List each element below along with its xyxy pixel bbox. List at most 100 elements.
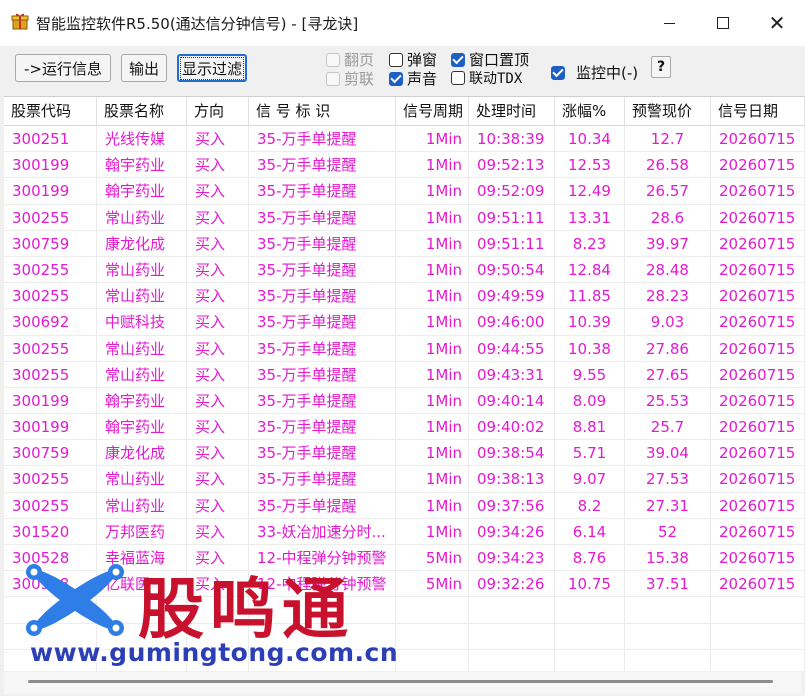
table-cell: 35-万手单提醒 (249, 440, 396, 467)
table-row[interactable]: 300255 常山药业 买入 35-万手单提醒 1Min 09:37:56 8.2 27.31… (4, 492, 805, 519)
table-cell: 1Min (396, 335, 469, 362)
page-flip-label: 翻页 (344, 51, 375, 69)
table-cell: 20260715 (711, 152, 805, 179)
column-header[interactable]: 信 号 标 识 (249, 97, 396, 125)
empty-cell (555, 597, 625, 624)
checkbox-box[interactable] (451, 71, 465, 85)
popup-label: 弹窗 (407, 51, 438, 69)
table-cell: 09:38:13 (469, 466, 555, 493)
help-button[interactable]: ? (651, 56, 671, 78)
table-cell: 1Min (396, 492, 469, 519)
scrollbar-thumb[interactable] (28, 680, 773, 683)
output-button[interactable]: 输出 (121, 54, 167, 82)
maximize-button[interactable] (700, 8, 746, 38)
page-flip-checkbox: 翻页 (326, 49, 374, 70)
column-header[interactable]: 股票名称 (97, 97, 187, 125)
display-filter-label: 显示过滤 (179, 56, 245, 80)
checkbox-checked[interactable] (551, 65, 565, 80)
table-cell: 09:34:26 (469, 518, 555, 545)
table-cell: 35-万手单提醒 (249, 414, 396, 441)
horizontal-scrollbar[interactable] (4, 672, 801, 694)
table-row[interactable]: 300199 翰宇药业 买入 35-万手单提醒 1Min 09:52:13 12.53 26.… (4, 152, 805, 179)
table-cell: 09:38:54 (469, 440, 555, 467)
table-cell: 20260715 (711, 492, 805, 519)
empty-cell (625, 597, 711, 624)
window-title: 智能监控软件R5.50(通达信分钟信号) - [寻龙诀] (36, 15, 359, 33)
column-header[interactable]: 股票代码 (4, 97, 97, 125)
table-cell: 33-妖冶加速分时... (249, 518, 396, 545)
title-bar[interactable]: 智能监控软件R5.50(通达信分钟信号) - [寻龙诀] ✕ (0, 0, 805, 46)
table-cell: 27.65 (625, 361, 711, 388)
table-cell: 买入 (187, 256, 249, 283)
popup-checkbox[interactable]: 弹窗 (389, 49, 437, 70)
column-header[interactable]: 方向 (187, 97, 249, 125)
table-cell: 09:50:54 (469, 256, 555, 283)
table-row[interactable]: 301520 万邦医药 买入 33-妖冶加速分时... 1Min 09:34:26 6.14… (4, 518, 805, 545)
table-cell: 20260715 (711, 335, 805, 362)
table-row[interactable]: 300255 常山药业 买入 35-万手单提醒 1Min 09:44:55 10.38 27.… (4, 335, 805, 362)
table-cell: 买入 (187, 178, 249, 205)
checkbox-box[interactable] (389, 52, 403, 67)
table-row[interactable]: 300255 常山药业 买入 35-万手单提醒 1Min 09:43:31 9.55 27.6… (4, 361, 805, 388)
close-button[interactable]: ✕ (754, 8, 800, 38)
table-cell: 28.23 (625, 283, 711, 310)
table-cell: 20260715 (711, 414, 805, 441)
table-row[interactable]: 300251 光线传媒 买入 35-万手单提醒 1Min 10:38:39 10.34 12.… (4, 126, 805, 153)
table-cell: 12.84 (555, 256, 625, 283)
link-tdx-label: 联动TDX (469, 71, 523, 87)
table-row[interactable]: 300255 常山药业 买入 35-万手单提醒 1Min 09:50:54 12.84 28.… (4, 256, 805, 284)
column-header[interactable]: 信号周期 (396, 97, 469, 125)
table-cell: 1Min (396, 152, 469, 179)
table-cell: 20260715 (711, 309, 805, 336)
table-cell: 09:40:02 (469, 414, 555, 441)
table-cell: 27.31 (625, 492, 711, 519)
checkbox-checked[interactable] (451, 52, 465, 67)
sound-checkbox[interactable]: 声音 (389, 68, 437, 89)
minimize-button[interactable] (646, 8, 692, 38)
run-info-button[interactable]: ->运行信息 (15, 54, 111, 82)
table-cell: 1Min (396, 387, 469, 414)
display-filter-button[interactable]: 显示过滤 (177, 54, 247, 82)
table-cell: 35-万手单提醒 (249, 204, 396, 231)
table-cell: 9.55 (555, 361, 625, 388)
table-cell: 10.38 (555, 335, 625, 362)
table-cell: 300255 (4, 492, 97, 519)
table-row[interactable]: 300759 康龙化成 买入 35-万手单提醒 1Min 09:38:54 5.71 39.0… (4, 440, 805, 467)
link-tdx-checkbox[interactable]: 联动TDX (451, 68, 522, 88)
column-header[interactable]: 信号日期 (711, 97, 805, 125)
table-cell: 300255 (4, 256, 97, 283)
table-cell: 37.51 (625, 571, 711, 598)
table-cell: 8.09 (555, 387, 625, 414)
table-row[interactable]: 300199 翰宇药业 买入 35-万手单提醒 1Min 09:40:14 8.09 25.5… (4, 387, 805, 415)
table-cell: 买入 (187, 414, 249, 441)
table-cell: 27.86 (625, 335, 711, 362)
column-header[interactable]: 涨幅% (555, 97, 625, 125)
table-cell: 1Min (396, 283, 469, 310)
table-row[interactable]: 300255 常山药业 买入 35-万手单提醒 1Min 09:49:59 11.85 28.… (4, 283, 805, 310)
app-window: 智能监控软件R5.50(通达信分钟信号) - [寻龙诀] ✕ ->运行信息 输出… (0, 0, 805, 696)
table-cell: 09:43:31 (469, 361, 555, 388)
table-row[interactable]: 300759 康龙化成 买入 35-万手单提醒 1Min 09:51:11 8.23 39.9… (4, 230, 805, 257)
table-cell: 09:44:55 (469, 335, 555, 362)
table-row[interactable]: 300199 翰宇药业 买入 35-万手单提醒 1Min 09:40:02 8.81 25.7… (4, 414, 805, 441)
checkbox-checked[interactable] (389, 71, 403, 86)
table-cell: 09:40:14 (469, 387, 555, 414)
table-row[interactable]: 300692 中赋科技 买入 35-万手单提醒 1Min 09:46:00 10.39 9.0… (4, 309, 805, 336)
empty-cell (711, 623, 805, 650)
table-cell: 15.38 (625, 545, 711, 571)
table-cell: 300255 (4, 204, 97, 231)
window-on-top-checkbox[interactable]: 窗口置顶 (451, 49, 529, 70)
table-cell: 10.39 (555, 309, 625, 336)
checkbox-box (326, 71, 340, 86)
toolbar: ->运行信息 输出 显示过滤 翻页 剪联 弹窗 声音 窗口置顶 联动TDX 监控… (0, 46, 805, 94)
column-header[interactable]: 处理时间 (469, 97, 555, 125)
table-cell: 300759 (4, 440, 97, 467)
table-cell: 12.49 (555, 178, 625, 205)
table-row[interactable]: 300255 常山药业 买入 35-万手单提醒 1Min 09:38:13 9.07 27.5… (4, 466, 805, 493)
monitoring-checkbox[interactable]: 监控中(-) (551, 62, 638, 83)
table-row[interactable]: 300255 常山药业 买入 35-万手单提醒 1Min 09:51:11 13.31 28.… (4, 204, 805, 231)
column-header[interactable]: 预警现价 (625, 97, 711, 125)
table-cell: 8.81 (555, 414, 625, 441)
watermark-url: www.gumingtong.com.cn (30, 638, 399, 667)
table-row[interactable]: 300199 翰宇药业 买入 35-万手单提醒 1Min 09:52:09 12.49 26.… (4, 178, 805, 205)
